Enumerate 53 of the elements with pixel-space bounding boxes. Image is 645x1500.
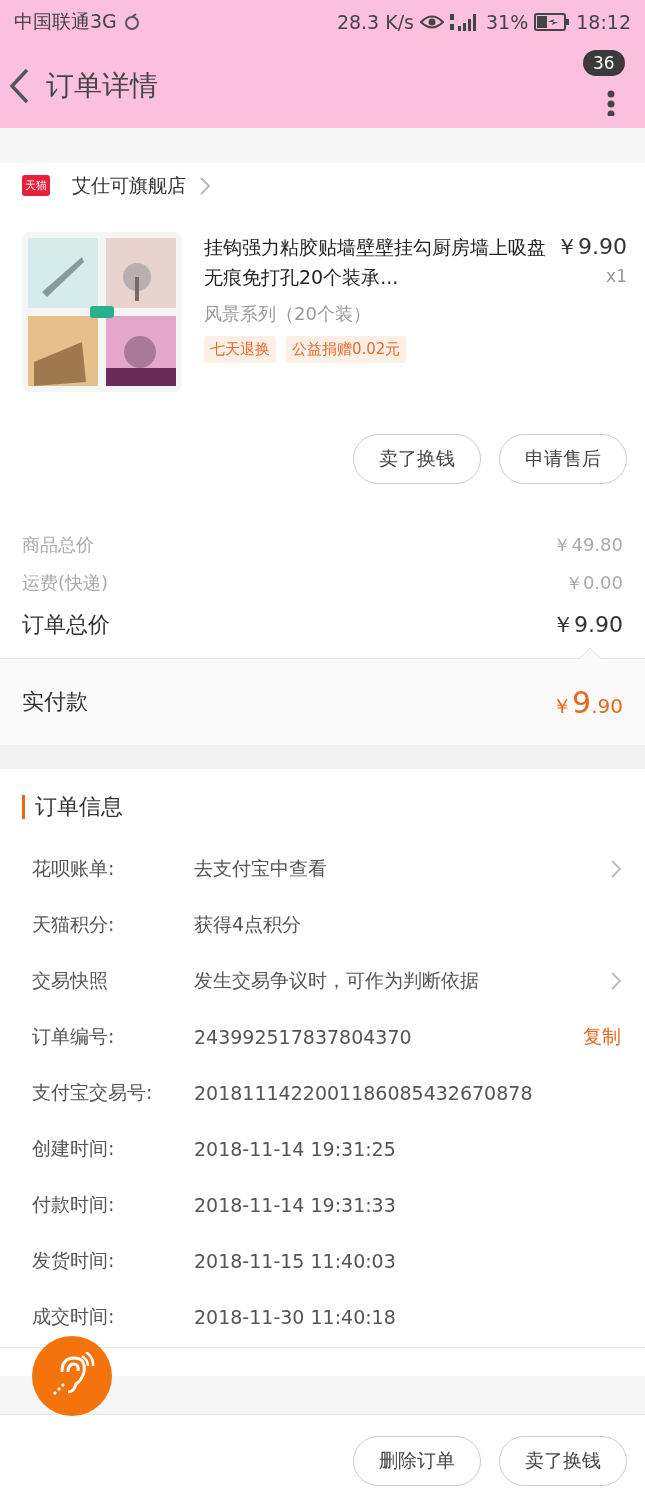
info-value: 2018-11-14 19:31:33 (194, 1194, 397, 1216)
info-value: 2018111422001186085432670878 (194, 1082, 534, 1104)
info-value: 2018-11-15 11:40:03 (194, 1250, 397, 1272)
cost-value: ￥0.00 (564, 571, 623, 595)
back-icon[interactable] (8, 68, 30, 104)
action-button[interactable]: 申请售后 (499, 434, 627, 484)
eye-icon (420, 14, 444, 30)
notification-badge: 36 (583, 50, 625, 76)
chevron-icon[interactable] (611, 972, 621, 990)
info-label: 付款时间: (32, 1192, 116, 1217)
carrier-name: 中国联通3G (14, 9, 117, 34)
info-label: 创建时间: (32, 1136, 116, 1161)
info-value: 243992517837804370 (194, 1026, 413, 1048)
info-label: 交易快照 (32, 968, 109, 993)
cost-value: ￥49.80 (553, 533, 623, 557)
info-value: 2018-11-30 11:40:18 (194, 1306, 397, 1328)
network-speed: 28.3 K/s (336, 11, 414, 33)
quantity: x1 (606, 266, 627, 286)
store-badge: 天猫 (22, 175, 50, 196)
section-title: 订单信息 (22, 795, 645, 819)
battery-percent: 31% (486, 11, 529, 33)
info-label: 订单编号: (32, 1024, 116, 1049)
cost-label: 商品总价 (22, 533, 94, 557)
info-label: 花呗账单: (32, 856, 116, 881)
paid-amount: ￥9.90 (552, 684, 623, 720)
info-label: 支付宝交易号: (32, 1080, 154, 1105)
cost-label: 运费(快递) (22, 571, 109, 595)
action-button[interactable]: 卖了换钱 (353, 434, 481, 484)
product-price: ￥9.90 (556, 233, 627, 261)
chevron-icon (200, 176, 210, 195)
total-value: ￥9.90 (552, 611, 623, 639)
chevron-icon[interactable] (611, 860, 621, 878)
action-button[interactable]: 卖了换钱 (499, 1436, 627, 1486)
action-button[interactable]: 删除订单 (353, 1436, 481, 1486)
info-value: 发生交易争议时，可作为判断依据 (194, 968, 480, 993)
info-value: 去支付宝中查看 (194, 856, 328, 881)
service-tag: 七天退换 (204, 336, 276, 363)
more-icon[interactable] (607, 88, 615, 116)
clock: 18:12 (576, 11, 631, 33)
page-title: 订单详情 (46, 68, 158, 104)
product-title[interactable]: 挂钩强力粘胶贴墙壁壁挂勾厨房墙上吸盘无痕免打孔20个装承... (204, 232, 546, 292)
battery-icon (534, 13, 571, 31)
swirl-icon (122, 13, 141, 31)
info-label: 成交时间: (32, 1304, 116, 1329)
service-tag: 公益捐赠0.02元 (286, 336, 407, 363)
product-variant: 风景系列（20个装） (204, 302, 372, 326)
store-name[interactable]: 艾仕可旗舰店 (72, 172, 186, 199)
paid-label: 实付款 (22, 688, 88, 716)
info-label: 发货时间: (32, 1248, 116, 1273)
info-value: 获得4点积分 (194, 912, 303, 937)
info-value: 2018-11-14 19:31:25 (194, 1138, 397, 1160)
info-label: 天猫积分: (32, 912, 116, 937)
total-label: 订单总价 (22, 611, 110, 639)
